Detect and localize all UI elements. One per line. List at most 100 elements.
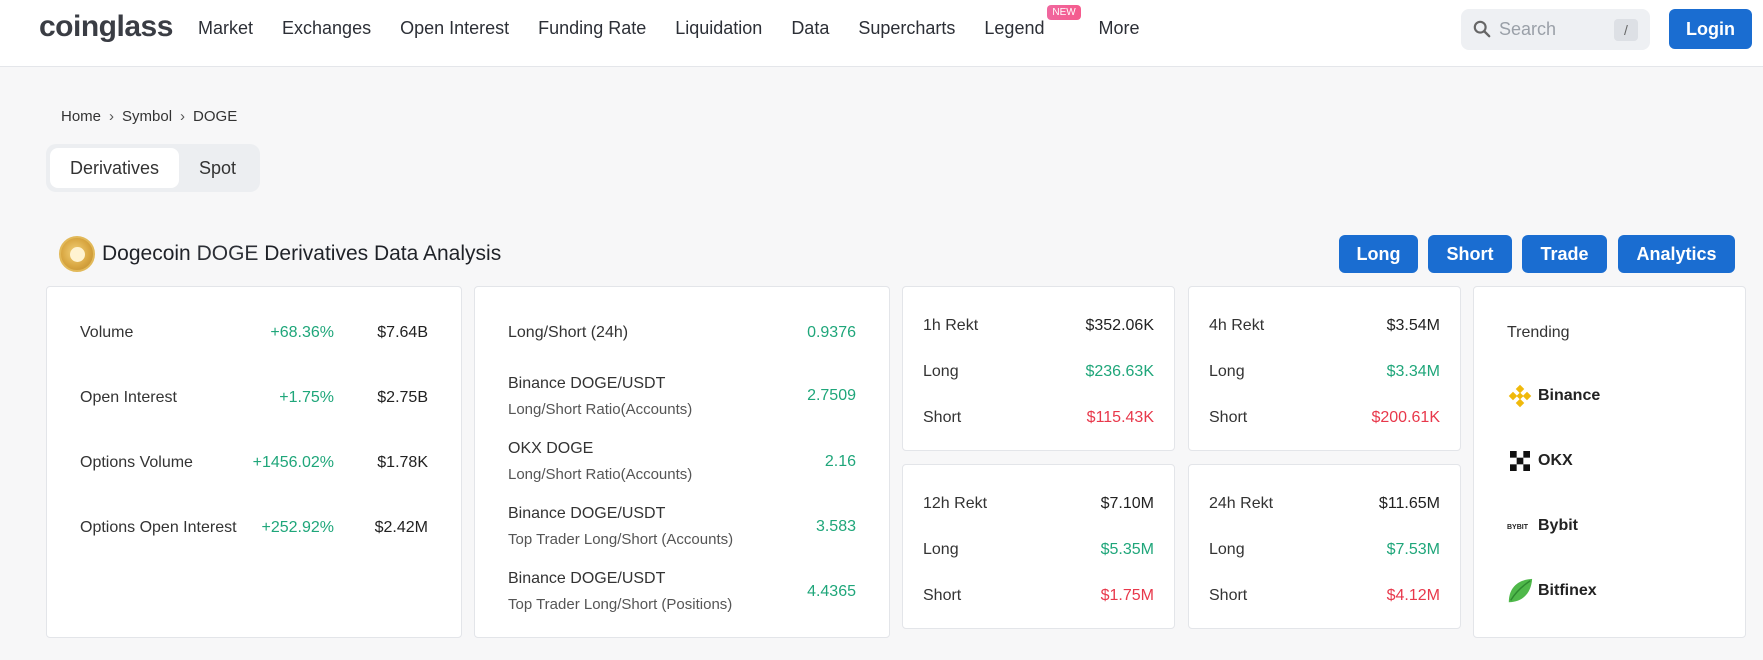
short-button[interactable]: Short: [1428, 235, 1512, 273]
rekt-short-label: Short: [1209, 587, 1248, 604]
search-box[interactable]: /: [1461, 9, 1650, 50]
nav-open-interest[interactable]: Open Interest: [400, 18, 509, 39]
stat-change: +68.36%: [270, 324, 334, 341]
rekt-short-value: $200.61K: [1371, 409, 1440, 426]
page-title-row: Dogecoin DOGE Derivatives Data Analysis: [59, 236, 501, 272]
breadcrumb: Home › Symbol › DOGE: [61, 108, 237, 125]
ratio-main-value: 0.9376: [807, 324, 856, 341]
market-stats-card: Volume +68.36% $7.64B Open Interest +1.7…: [46, 286, 462, 638]
breadcrumb-symbol[interactable]: Symbol: [122, 108, 172, 125]
ratio-item-title[interactable]: Binance DOGE/USDT: [508, 570, 665, 588]
svg-text:BYBIT: BYBIT: [1507, 524, 1529, 531]
trending-card: Trending Binance OKX BYBIT Bybit Bitfine…: [1473, 286, 1746, 638]
search-icon: [1473, 20, 1491, 38]
rekt-long-value: $236.63K: [1085, 363, 1154, 380]
rekt-short-label: Short: [1209, 409, 1248, 426]
breadcrumb-separator-icon: ›: [109, 108, 115, 125]
long-button[interactable]: Long: [1339, 235, 1418, 273]
breadcrumb-doge: DOGE: [193, 108, 238, 125]
rekt-label: 12h Rekt: [923, 495, 988, 512]
search-input[interactable]: [1499, 9, 1619, 50]
trending-item-name: Bybit: [1538, 517, 1578, 534]
trending-title: Trending: [1507, 324, 1570, 341]
rekt-label: 1h Rekt: [923, 317, 979, 334]
ratio-item-subtitle: Long/Short Ratio(Accounts): [508, 401, 693, 418]
tab-spot[interactable]: Spot: [179, 148, 256, 188]
nav-legend[interactable]: Legend NEW: [984, 5, 1081, 39]
rekt-short-value: $1.75M: [1100, 587, 1154, 604]
rekt-card-12h: 12h Rekt $7.10M Long $5.35M Short $1.75M: [902, 464, 1175, 629]
rekt-short-label: Short: [923, 587, 962, 604]
nav-supercharts[interactable]: Supercharts: [858, 18, 955, 39]
rekt-label: 4h Rekt: [1209, 317, 1265, 334]
market-type-tabs: Derivatives Spot: [46, 144, 260, 192]
login-button[interactable]: Login: [1669, 9, 1752, 49]
ratio-item-title[interactable]: OKX DOGE: [508, 440, 593, 458]
rekt-total: $11.65M: [1378, 495, 1440, 512]
ratio-main-label: Long/Short (24h): [508, 324, 629, 341]
trending-item-bitfinex[interactable]: Bitfinex: [1506, 577, 1597, 605]
rekt-short-value: $4.12M: [1386, 587, 1440, 604]
ratio-item-value: 2.7509: [807, 387, 856, 404]
trending-item-name: Bitfinex: [1538, 582, 1597, 599]
rekt-total: $3.54M: [1386, 317, 1440, 334]
long-short-ratio-card: Long/Short (24h) 0.9376 Binance DOGE/USD…: [474, 286, 890, 638]
nav-exchanges[interactable]: Exchanges: [282, 18, 371, 39]
stat-change: +1456.02%: [252, 454, 334, 471]
search-shortcut-key: /: [1614, 19, 1638, 41]
stat-change: +252.92%: [261, 519, 334, 536]
okx-icon: [1506, 447, 1534, 475]
coin-name: Dogecoin: [102, 242, 191, 265]
main-nav: Market Exchanges Open Interest Funding R…: [198, 0, 1169, 57]
breadcrumb-separator-icon: ›: [180, 108, 186, 125]
rekt-short-label: Short: [923, 409, 962, 426]
coin-symbol: DOGE: [196, 242, 259, 265]
stat-label: Volume: [80, 324, 134, 341]
stat-label: Options Open Interest: [80, 519, 237, 536]
ratio-item-title[interactable]: Binance DOGE/USDT: [508, 375, 665, 393]
nav-data[interactable]: Data: [791, 18, 829, 39]
stat-value: $2.42M: [374, 519, 428, 536]
rekt-long-label: Long: [1209, 541, 1245, 558]
trending-item-name: OKX: [1538, 452, 1573, 469]
rekt-long-value: $5.35M: [1100, 541, 1154, 558]
ratio-item-subtitle: Top Trader Long/Short (Positions): [508, 596, 733, 613]
rekt-total: $352.06K: [1085, 317, 1154, 334]
rekt-long-value: $3.34M: [1386, 363, 1440, 380]
ratio-item-title[interactable]: Binance DOGE/USDT: [508, 505, 665, 523]
tab-derivatives[interactable]: Derivatives: [50, 148, 179, 188]
rekt-long-label: Long: [923, 541, 959, 558]
coinglass-logo[interactable]: coinglass: [39, 10, 173, 44]
trending-item-name: Binance: [1538, 387, 1601, 404]
analytics-button[interactable]: Analytics: [1618, 235, 1735, 273]
ratio-item-value: 2.16: [824, 453, 856, 470]
stat-label: Options Volume: [80, 454, 193, 471]
rekt-short-value: $115.43K: [1086, 409, 1154, 426]
title-rest: Derivatives Data Analysis: [264, 242, 502, 265]
nav-market[interactable]: Market: [198, 18, 253, 39]
nav-more[interactable]: More: [1098, 18, 1139, 39]
stat-value: $2.75B: [377, 389, 428, 406]
rekt-card-4h: 4h Rekt $3.54M Long $3.34M Short $200.61…: [1188, 286, 1461, 451]
trending-item-binance[interactable]: Binance: [1506, 382, 1600, 410]
rekt-total: $7.10M: [1100, 495, 1154, 512]
stat-value: $7.64B: [377, 324, 428, 341]
nav-funding-rate[interactable]: Funding Rate: [538, 18, 646, 39]
rekt-long-label: Long: [1209, 363, 1245, 380]
ratio-item-value: 3.583: [815, 518, 856, 535]
ratio-item-subtitle: Long/Short Ratio(Accounts): [508, 466, 693, 483]
trending-item-bybit[interactable]: BYBIT Bybit: [1506, 512, 1578, 540]
dogecoin-icon: [59, 236, 95, 272]
rekt-long-label: Long: [923, 363, 959, 380]
trade-button[interactable]: Trade: [1522, 235, 1607, 273]
ratio-item-value: 4.4365: [807, 583, 856, 600]
breadcrumb-home[interactable]: Home: [61, 108, 101, 125]
binance-icon: [1506, 382, 1534, 410]
top-navigation-bar: coinglass Market Exchanges Open Interest…: [0, 0, 1763, 67]
nav-liquidation[interactable]: Liquidation: [675, 18, 762, 39]
trending-item-okx[interactable]: OKX: [1506, 447, 1573, 475]
stat-change: +1.75%: [279, 389, 334, 406]
rekt-long-value: $7.53M: [1386, 541, 1440, 558]
rekt-card-24h: 24h Rekt $11.65M Long $7.53M Short $4.12…: [1188, 464, 1461, 629]
bybit-icon: BYBIT: [1506, 512, 1534, 540]
